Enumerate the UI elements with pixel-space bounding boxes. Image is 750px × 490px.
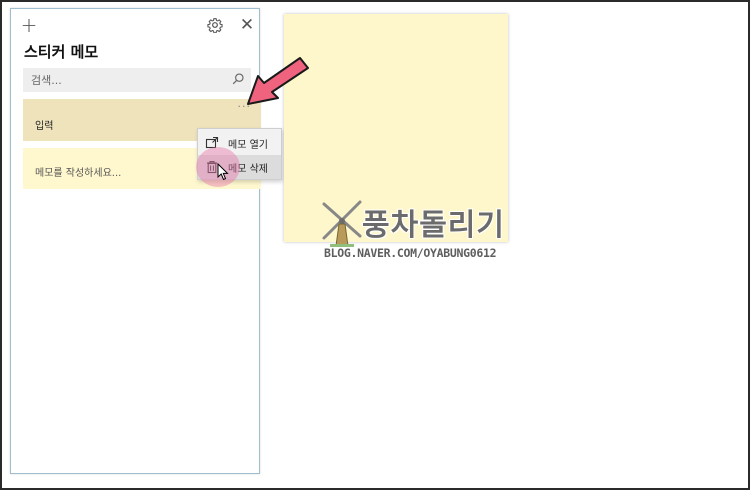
- note-preview-text: 입력: [35, 121, 54, 132]
- search-box[interactable]: [23, 68, 251, 92]
- annotation-arrow-icon: [247, 57, 309, 105]
- note-preview-text: 메모를 작성하세요...: [35, 168, 122, 179]
- mouse-cursor-icon: [217, 163, 229, 181]
- menu-item-label: 메모 열기: [228, 140, 268, 151]
- search-icon[interactable]: [231, 72, 245, 86]
- settings-button[interactable]: [205, 15, 225, 35]
- gear-icon: [207, 18, 223, 33]
- add-note-button[interactable]: +: [19, 15, 39, 35]
- sticky-notes-list-window: + ✕ 스티커 메모 ··· 입력 메모를 작성하세요...: [10, 8, 261, 474]
- search-input[interactable]: [23, 68, 223, 92]
- close-button[interactable]: ✕: [237, 15, 257, 35]
- title-bar: + ✕: [11, 9, 259, 41]
- windmill-logo-icon: [322, 200, 362, 247]
- watermark-url: BLOG.NAVER.COM/OYABUNG0612: [324, 246, 497, 260]
- app-title: 스티커 메모: [24, 43, 99, 61]
- watermark-title: 풍차돌리기: [362, 208, 505, 243]
